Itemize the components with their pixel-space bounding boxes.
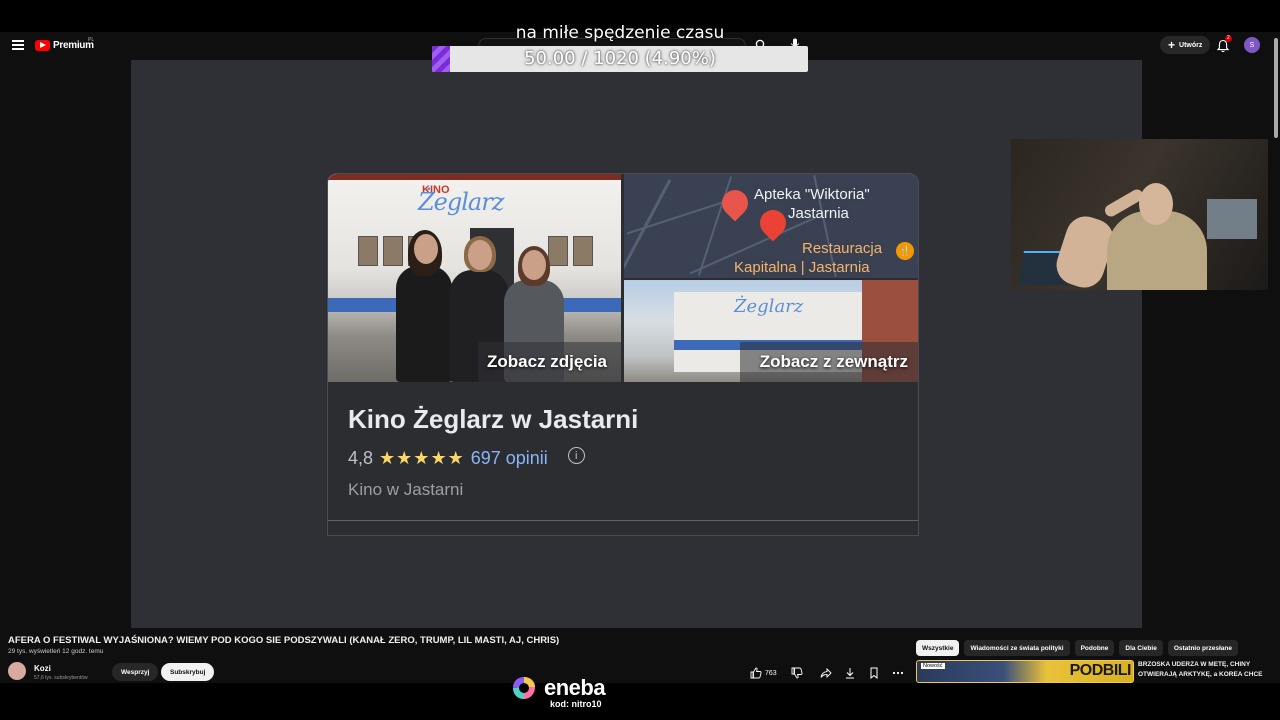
webcam-monitor [1207, 199, 1257, 239]
street-building-sign: Żeglarz [734, 296, 804, 317]
building-sign: Żeglarz [418, 188, 504, 216]
new-badge: Nowość [921, 663, 945, 669]
location-pin-icon [754, 204, 792, 242]
like-count: 763 [765, 669, 777, 677]
map-label-pharmacy-town: Jastarnia [788, 205, 849, 222]
recommended-video-title[interactable]: BRZOSKA UDERZA W METĘ, CHINY OTWIERAJĄ A… [1138, 660, 1272, 680]
map-label-restaurant-name: Kapitalna | Jastarnia [734, 259, 870, 276]
subscribe-button[interactable]: Subskrybuj [161, 663, 215, 681]
join-button[interactable]: Wesprzyj [112, 663, 159, 681]
rating-row: 4,8 ★★★★★ 697 opinii i [348, 447, 585, 469]
channel-name[interactable]: Kozi [34, 664, 51, 673]
channel-avatar[interactable] [8, 662, 26, 680]
video-stats: 29 tys. wyświetleń 12 godz. temu [8, 648, 104, 655]
letterbox-bottom [0, 683, 1280, 720]
video-player[interactable]: KINO Żeglarz Zobacz zdjęcia Apteka "Wikt… [131, 60, 1142, 628]
building-roof [328, 174, 621, 180]
dislike-button[interactable] [791, 665, 803, 681]
thumbnail-text: PODBILI [1069, 662, 1132, 679]
person-head [522, 250, 546, 280]
sponsor-name: eneba [544, 675, 606, 700]
star-rating-icon: ★★★★★ [379, 448, 465, 468]
account-avatar[interactable]: S [1244, 37, 1260, 53]
download-icon [846, 668, 854, 679]
scrollbar-thumb[interactable] [1274, 38, 1278, 138]
share-icon [820, 667, 832, 679]
thumbs-down-icon [791, 667, 803, 679]
video-title: AFERA O FESTIWAL WYJAŚNIONA? WIEMY POD K… [8, 635, 560, 646]
info-icon[interactable]: i [567, 447, 585, 464]
see-outside-label: Zobacz z zewnątrz [759, 352, 908, 371]
chip-all[interactable]: Wszystkie [916, 640, 960, 656]
eneba-logo-icon [513, 677, 535, 699]
restaurant-icon: 🍴 [896, 242, 914, 260]
share-button[interactable] [820, 665, 832, 681]
map-label-restaurant: Restauracja [802, 240, 883, 257]
more-horizontal-icon [892, 671, 904, 675]
poster [548, 236, 568, 266]
page-scrollbar[interactable] [1272, 32, 1280, 683]
person-head [414, 234, 438, 264]
recommended-video-thumbnail[interactable]: Nowość PODBILI [916, 660, 1134, 683]
youtube-watch-page: Premium PL + Utwórz 2 S KINO Żeglarz [0, 32, 1280, 683]
place-category: Kino w Jastarni [348, 480, 464, 499]
reviews-link[interactable]: 697 opinii [471, 448, 548, 469]
download-button[interactable] [844, 665, 856, 681]
street-view[interactable]: Żeglarz Zobacz z zewnątrz [624, 280, 918, 382]
place-map[interactable]: Apteka "Wiktoria" Jastarnia Restauracja … [624, 174, 918, 278]
rating-value: 4,8 [348, 448, 374, 468]
stream-goal-title: na miłe spędzenie czasu [515, 23, 725, 43]
poster [573, 236, 593, 266]
see-photos-label: Zobacz zdjęcia [487, 352, 607, 371]
person-head [468, 240, 492, 270]
poster [383, 236, 403, 266]
person [396, 266, 452, 382]
google-place-card: KINO Żeglarz Zobacz zdjęcia Apteka "Wikt… [327, 173, 919, 536]
donation-goal-text: 50.00 / 1020 (4.90%) [524, 48, 716, 69]
chip-recently-uploaded[interactable]: Ostatnio przesłane [1167, 640, 1238, 656]
recommendation-filter-chips: Wszystkie Wiadomości ze świata polityki … [916, 640, 1238, 656]
like-button[interactable]: 763 [750, 665, 777, 681]
card-divider [328, 520, 918, 521]
thumbs-up-icon [750, 667, 762, 679]
sponsor-banner: eneba kod: nitro10 [508, 673, 628, 713]
webcam-person-head [1139, 183, 1173, 225]
poster [358, 236, 378, 266]
place-title: Kino Żeglarz w Jastarni [348, 404, 639, 434]
chip-related[interactable]: Podobne [1074, 640, 1115, 656]
save-button[interactable] [868, 665, 880, 681]
place-photo[interactable]: KINO Żeglarz Zobacz zdjęcia [328, 174, 621, 382]
channel-subscribers: 57,6 tys. subskrybentów [34, 675, 88, 681]
pharmacy-pin-icon [716, 184, 754, 222]
more-actions-button[interactable] [892, 665, 904, 681]
donation-goal-bar: 50.00 / 1020 (4.90%) [432, 46, 808, 72]
chip-world-politics[interactable]: Wiadomości ze świata polityki [964, 640, 1070, 656]
sponsor-code: kod: nitro10 [550, 699, 602, 709]
streamer-webcam [1011, 139, 1268, 290]
chip-for-you[interactable]: Dla Ciebie [1119, 640, 1163, 656]
bookmark-icon [870, 667, 878, 679]
map-label-pharmacy: Apteka "Wiktoria" [754, 186, 870, 203]
